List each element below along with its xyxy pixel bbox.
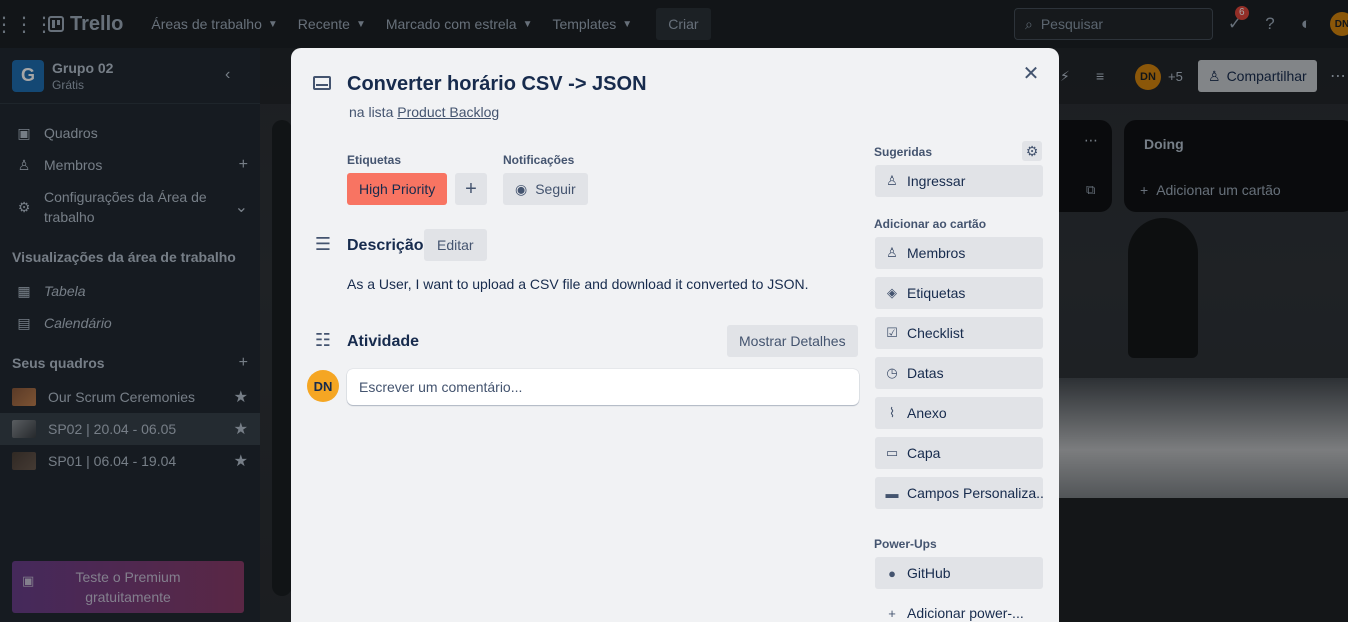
github-button[interactable]: ● GitHub <box>875 557 1043 589</box>
description-icon: ☰ <box>314 234 332 254</box>
clock-icon: ◷ <box>886 365 898 380</box>
labels-title: Etiquetas <box>347 153 402 167</box>
github-icon: ● <box>888 565 896 581</box>
plus-icon: + <box>888 605 896 621</box>
labels-button[interactable]: ◈ Etiquetas <box>875 277 1043 309</box>
gear-icon[interactable]: ⚙ <box>1022 141 1042 161</box>
label-chip[interactable]: High Priority <box>347 173 448 205</box>
checklist-button[interactable]: ☑ Checklist <box>875 317 1043 349</box>
paperclip-icon: ⌇ <box>888 405 896 420</box>
description-title: Descrição <box>347 237 424 254</box>
card-detail-modal: ✕ Converter horário CSV -> JSON na lista… <box>291 48 1059 622</box>
tag-icon: ◈ <box>887 285 897 300</box>
avatar[interactable]: DN <box>307 370 339 402</box>
cover-icon: ▭ <box>885 445 899 460</box>
comment-input[interactable] <box>347 369 859 405</box>
custom-fields-button[interactable]: ▬ Campos Personaliza... <box>875 477 1043 509</box>
card-icon <box>313 76 331 90</box>
powerups-title: Power-Ups <box>874 537 937 551</box>
description-text[interactable]: As a User, I want to upload a CSV file a… <box>347 276 808 292</box>
show-details-button[interactable]: Mostrar Detalhes <box>727 325 858 357</box>
plus-icon: + <box>465 177 477 200</box>
close-icon[interactable]: ✕ <box>1019 62 1043 86</box>
follow-button[interactable]: ◉ Seguir <box>503 173 588 205</box>
add-powerup-button[interactable]: + Adicionar power-... <box>875 597 1043 622</box>
activity-icon: ☷ <box>314 330 332 350</box>
attachment-button[interactable]: ⌇ Anexo <box>875 397 1043 429</box>
checklist-icon: ☑ <box>886 325 898 340</box>
dates-button[interactable]: ◷ Datas <box>875 357 1043 389</box>
members-button[interactable]: ♙ Membros <box>875 237 1043 269</box>
activity-title: Atividade <box>347 333 420 350</box>
card-list-info: na lista Product Backlog <box>349 104 500 120</box>
notifications-title: Notificações <box>503 153 575 167</box>
user-icon: ♙ <box>886 245 898 260</box>
list-link[interactable]: Product Backlog <box>397 104 499 120</box>
eye-icon: ◉ <box>515 180 528 197</box>
edit-description-button[interactable]: Editar <box>424 229 487 261</box>
suggested-title: Sugeridas <box>874 145 933 159</box>
card-title[interactable]: Converter horário CSV -> JSON <box>347 73 647 96</box>
user-icon: ♙ <box>886 173 898 188</box>
custom-fields-icon: ▬ <box>885 485 899 501</box>
join-button[interactable]: ♙ Ingressar <box>875 165 1043 197</box>
add-to-card-title: Adicionar ao cartão <box>874 217 987 231</box>
add-label-button[interactable]: + <box>455 173 487 205</box>
cover-button[interactable]: ▭ Capa <box>875 437 1043 469</box>
